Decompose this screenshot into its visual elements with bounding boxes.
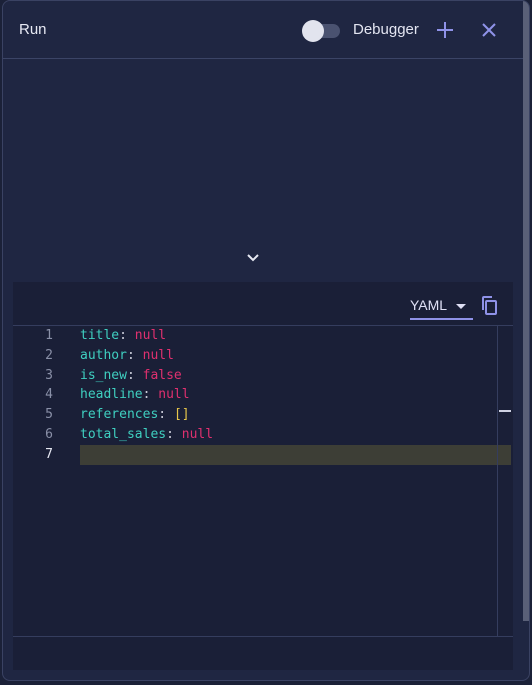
line-content: total_sales: null <box>80 427 214 442</box>
scroll-position-marker <box>499 410 511 412</box>
line-number: 5 <box>45 407 53 422</box>
line-number: 6 <box>45 427 53 442</box>
line-number: 2 <box>45 348 53 363</box>
close-icon <box>482 23 496 37</box>
line-content: headline: null <box>80 387 190 402</box>
divider <box>13 636 513 637</box>
editor-toolbar: YAML <box>13 282 513 326</box>
collapse-button[interactable] <box>245 251 261 265</box>
yaml-key: is_new <box>80 368 127 383</box>
code-line: 1 title: null <box>13 326 511 346</box>
yaml-key: title <box>80 328 120 343</box>
caret-down-icon <box>456 304 466 309</box>
add-button[interactable] <box>432 17 458 43</box>
yaml-key: total_sales <box>80 427 167 442</box>
panel-header: Run Debugger <box>3 1 529 59</box>
code-line-current: 7 <box>13 445 511 465</box>
code-line: 2 author: null <box>13 346 511 366</box>
copy-button[interactable] <box>479 295 499 317</box>
code-line: 6 total_sales: null <box>13 425 511 445</box>
yaml-value: null <box>181 427 214 442</box>
code-editor[interactable]: 1 title: null 2 author: null 3 is_new: f… <box>13 326 511 636</box>
copy-icon <box>482 296 497 315</box>
line-number: 7 <box>45 447 53 462</box>
code-line: 5 references: [] <box>13 405 511 425</box>
line-content: is_new: false <box>80 368 182 383</box>
yaml-key: author <box>80 348 127 363</box>
yaml-key: headline <box>80 387 143 402</box>
format-select[interactable]: YAML <box>410 290 473 320</box>
editor-panel: YAML 1 title: null 2 author: null 3 is_n… <box>13 282 513 670</box>
format-select-label: YAML <box>410 297 448 313</box>
debugger-toggle[interactable] <box>302 20 342 42</box>
line-number: 3 <box>45 368 53 383</box>
yaml-value: null <box>142 348 174 363</box>
line-number: 1 <box>45 328 53 343</box>
yaml-value: false <box>142 368 182 383</box>
yaml-value: [] <box>173 407 190 422</box>
close-button[interactable] <box>476 17 502 43</box>
line-content: author: null <box>80 348 174 363</box>
yaml-value: null <box>134 328 167 343</box>
panel-title: Run <box>19 21 47 38</box>
line-content: references: [] <box>80 407 190 422</box>
editor-scrollbar[interactable] <box>497 326 511 636</box>
debugger-label: Debugger <box>353 21 419 38</box>
yaml-value: null <box>158 387 190 402</box>
plus-icon <box>437 22 453 38</box>
toggle-knob <box>302 20 324 42</box>
yaml-key: references <box>80 407 159 422</box>
output-pane <box>3 60 529 282</box>
code-line: 3 is_new: false <box>13 366 511 386</box>
chevron-down-icon <box>247 254 259 262</box>
line-content: title: null <box>80 328 167 343</box>
line-number: 4 <box>45 387 53 402</box>
panel-scrollbar[interactable] <box>523 1 529 621</box>
run-panel: Run Debugger YAML 1 title: null 2 author… <box>2 0 530 681</box>
code-line: 4 headline: null <box>13 385 511 405</box>
